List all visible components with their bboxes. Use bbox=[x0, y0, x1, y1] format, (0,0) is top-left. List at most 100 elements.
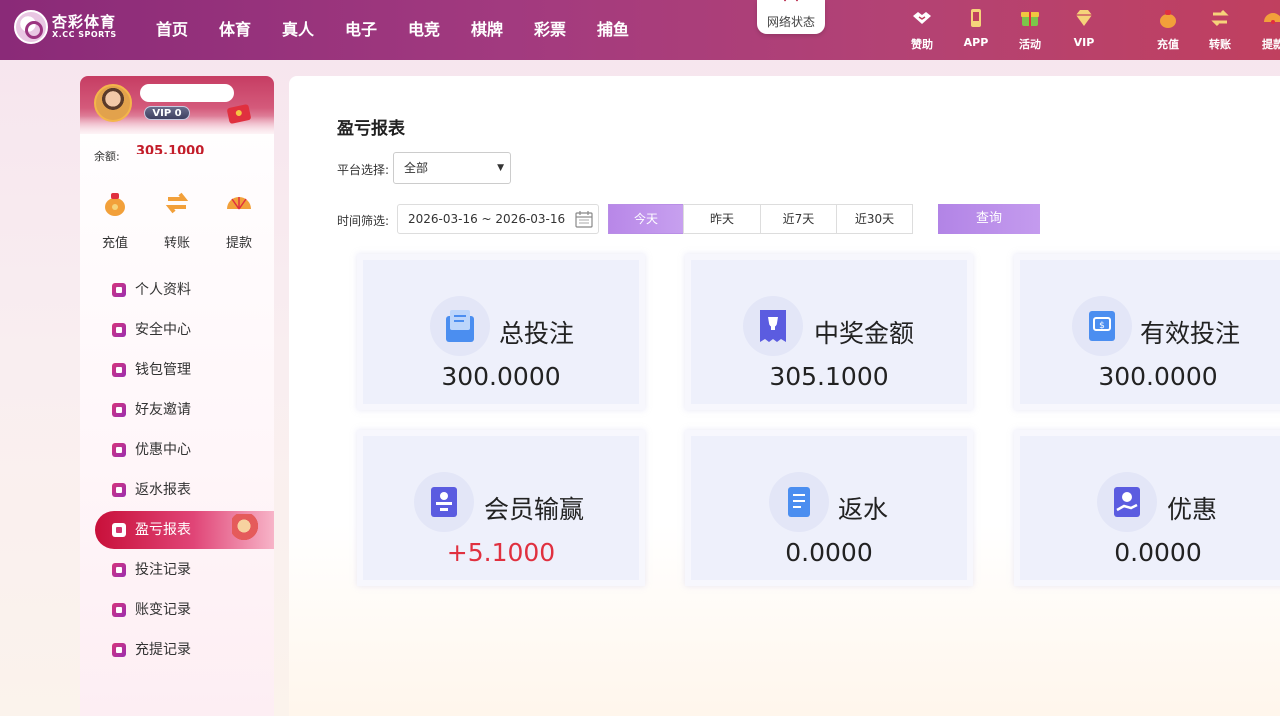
stat-card-value: +5.1000 bbox=[446, 538, 556, 567]
stat-card-name: 有效投注 bbox=[1140, 319, 1241, 348]
header-app-button[interactable]: APP bbox=[951, 4, 1001, 49]
member-winloss-icon bbox=[414, 472, 474, 532]
withdraw-fan-icon bbox=[227, 197, 251, 210]
stat-card-value: 0.0000 bbox=[1114, 538, 1202, 567]
quick-date-30days[interactable]: 近30天 bbox=[836, 204, 913, 234]
wallet-icon bbox=[112, 363, 126, 377]
sidebar-item-promotions[interactable]: 优惠中心 bbox=[80, 430, 274, 470]
profit-loss-icon bbox=[112, 523, 126, 537]
balance-value: 305.1000 bbox=[136, 144, 205, 154]
sidebar-item-wallet[interactable]: 钱包管理 bbox=[80, 350, 274, 390]
sidebar-item-rebate-report[interactable]: 返水报表 bbox=[80, 470, 274, 510]
query-button[interactable]: 查询 bbox=[938, 204, 1040, 234]
total-bet-icon bbox=[430, 296, 490, 356]
money-bag-icon bbox=[1160, 10, 1176, 28]
header-sponsor-button[interactable]: 赞助 bbox=[897, 4, 947, 52]
sidebar-item-label: 安全中心 bbox=[135, 322, 191, 338]
user-sidebar: VIP 0 余额: 305.1000 充值 转账 提款 个人资料 安全中心 钱包… bbox=[80, 76, 274, 716]
header-shortcuts: 赞助 APP 活动 VIP 充值 转账 提款 bbox=[0, 4, 1280, 56]
username-redacted bbox=[140, 84, 234, 102]
report-panel: 盈亏报表 平台选择: 全部 ▼ 时间筛选: 2026-03-16 ~ 2026-… bbox=[289, 76, 1280, 716]
stat-card-name: 中奖金额 bbox=[814, 319, 915, 348]
sidebar-item-label: 返水报表 bbox=[135, 482, 191, 498]
sidebar-item-label: 优惠中心 bbox=[135, 442, 191, 458]
sidebar-item-label: 账变记录 bbox=[135, 602, 191, 618]
stat-card-value: 300.0000 bbox=[441, 362, 561, 391]
stat-card-name: 优惠 bbox=[1167, 495, 1218, 524]
quick-deposit-button[interactable]: 充值 bbox=[90, 188, 140, 251]
header-transfer-button[interactable]: 转账 bbox=[1195, 4, 1245, 52]
phone-icon bbox=[971, 9, 981, 27]
stat-card-rebate: 返水 0.0000 bbox=[685, 430, 973, 586]
account-change-icon bbox=[112, 603, 126, 617]
avatar[interactable] bbox=[94, 84, 132, 122]
platform-select[interactable]: 全部 ▼ bbox=[393, 152, 511, 184]
transfer-icon bbox=[1211, 9, 1229, 27]
sidebar-item-account-changes[interactable]: 账变记录 bbox=[80, 590, 274, 630]
sidebar-item-profile[interactable]: 个人资料 bbox=[80, 270, 274, 310]
sidebar-item-label: 个人资料 bbox=[135, 282, 191, 298]
header-deposit-label: 充值 bbox=[1157, 38, 1179, 51]
rebate-report-icon bbox=[112, 483, 126, 497]
calendar-icon bbox=[575, 211, 593, 228]
quick-transfer-label: 转账 bbox=[163, 236, 190, 251]
invite-icon bbox=[112, 403, 126, 417]
time-filter-label: 时间筛选: bbox=[337, 214, 390, 228]
quick-transfer-button[interactable]: 转账 bbox=[152, 188, 202, 251]
deposit-withdraw-icon bbox=[112, 643, 126, 657]
gift-box-icon bbox=[1021, 12, 1039, 26]
sidebar-item-label: 充提记录 bbox=[135, 642, 191, 658]
sidebar-item-deposit-withdraw[interactable]: 充提记录 bbox=[80, 630, 274, 670]
sidebar-item-invite[interactable]: 好友邀请 bbox=[80, 390, 274, 430]
date-range-input[interactable]: 2026-03-16 ~ 2026-03-16 bbox=[397, 204, 599, 234]
sidebar-item-label: 盈亏报表 bbox=[135, 522, 191, 538]
quick-date-tabs: 今天 昨天 近7天 近30天 bbox=[608, 204, 913, 234]
stat-card-prize-amount: 中奖金额 305.1000 bbox=[685, 254, 973, 410]
stat-card-valid-bet: $ 有效投注 300.0000 bbox=[1014, 254, 1280, 410]
discount-icon bbox=[1097, 472, 1157, 532]
shield-icon bbox=[112, 323, 126, 337]
diamond-icon bbox=[1076, 10, 1092, 26]
top-header: 杏彩体育 X.CC SPORTS 首页 体育 真人 电子 电竞 棋牌 彩票 捕鱼… bbox=[0, 0, 1280, 60]
platform-label: 平台选择: bbox=[337, 163, 390, 177]
sidebar-item-bet-records[interactable]: 投注记录 bbox=[80, 550, 274, 590]
caret-down-icon: ▼ bbox=[497, 163, 504, 173]
quick-date-7days[interactable]: 近7天 bbox=[760, 204, 837, 234]
quick-deposit-label: 充值 bbox=[101, 236, 128, 251]
header-promo-button[interactable]: 活动 bbox=[1005, 4, 1055, 52]
stat-card-name: 总投注 bbox=[499, 319, 575, 348]
dragon-decoration-icon bbox=[232, 514, 262, 544]
quick-date-today[interactable]: 今天 bbox=[608, 204, 684, 234]
sidebar-item-security[interactable]: 安全中心 bbox=[80, 310, 274, 350]
sidebar-item-label: 好友邀请 bbox=[135, 402, 191, 418]
header-app-label: APP bbox=[963, 36, 989, 49]
stat-card-value: 0.0000 bbox=[785, 538, 873, 567]
header-vip-label: VIP bbox=[1073, 36, 1095, 49]
sidebar-item-profit-loss[interactable]: 盈亏报表 bbox=[80, 510, 274, 550]
valid-bet-icon: $ bbox=[1072, 296, 1132, 356]
date-range-value: 2026-03-16 ~ 2026-03-16 bbox=[408, 212, 566, 226]
rebate-icon bbox=[769, 472, 829, 532]
vip-badge: VIP 0 bbox=[144, 106, 190, 120]
handshake-icon bbox=[913, 12, 931, 24]
header-vip-button[interactable]: VIP bbox=[1059, 4, 1109, 49]
sidebar-item-label: 钱包管理 bbox=[135, 362, 191, 378]
platform-select-value: 全部 bbox=[404, 161, 429, 175]
quick-date-yesterday[interactable]: 昨天 bbox=[683, 204, 761, 234]
stat-card-total-bet: 总投注 300.0000 bbox=[357, 254, 645, 410]
stat-card-name: 会员输赢 bbox=[484, 495, 585, 524]
page-title: 盈亏报表 bbox=[337, 119, 405, 139]
stat-card-name: 返水 bbox=[838, 495, 889, 524]
money-bag-icon bbox=[105, 193, 125, 216]
header-transfer-label: 转账 bbox=[1209, 38, 1231, 51]
profile-icon bbox=[112, 283, 126, 297]
transfer-icon bbox=[165, 192, 189, 214]
stat-card-value: 305.1000 bbox=[769, 362, 889, 391]
svg-text:$: $ bbox=[1099, 321, 1105, 331]
header-deposit-button[interactable]: 充值 bbox=[1143, 4, 1193, 52]
header-withdraw-button[interactable]: 提款 bbox=[1248, 4, 1280, 52]
stat-card-discount: 优惠 0.0000 bbox=[1014, 430, 1280, 586]
quick-withdraw-button[interactable]: 提款 bbox=[214, 188, 264, 251]
stat-card-value: 300.0000 bbox=[1098, 362, 1218, 391]
header-sponsor-label: 赞助 bbox=[911, 38, 933, 51]
